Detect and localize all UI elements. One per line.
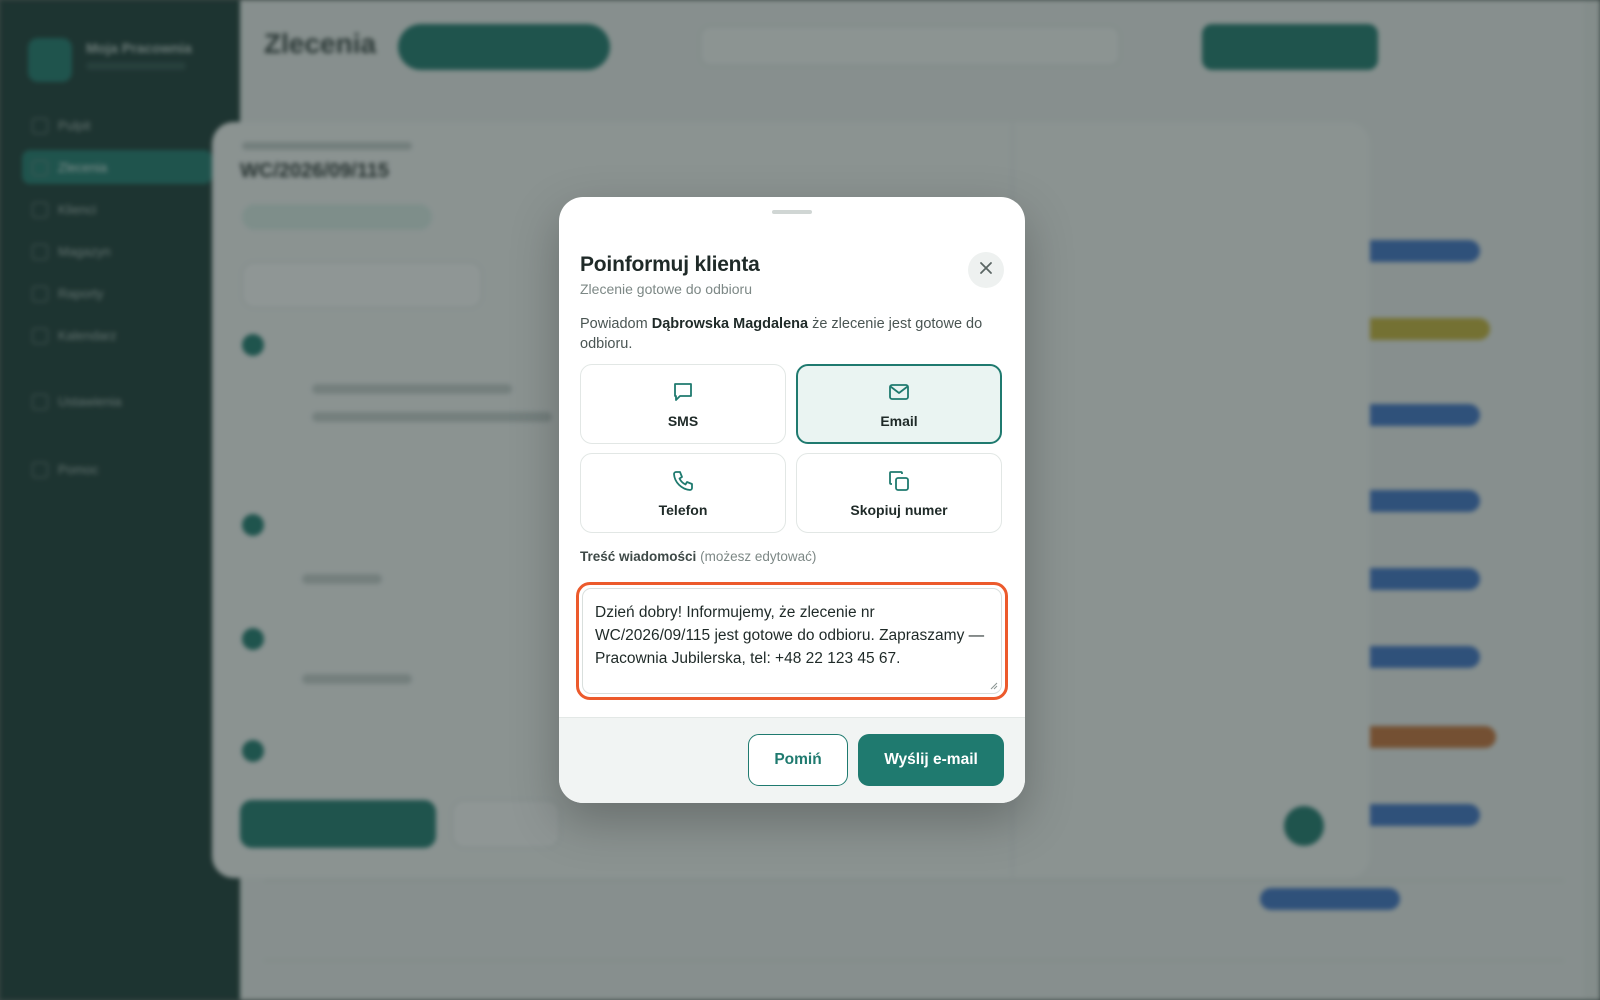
send-email-button[interactable]: Wyślij e-mail [858, 734, 1004, 786]
channel-sms[interactable]: SMS [580, 364, 786, 444]
message-focus-ring: Dzień dobry! Informujemy, że zlecenie nr… [576, 582, 1008, 700]
close-button[interactable] [968, 252, 1004, 288]
chat-bubble-icon [670, 379, 696, 405]
customer-name: Dąbrowska Magdalena [651, 316, 809, 332]
channel-phone-label: Telefon [658, 502, 708, 518]
message-label-hint: (możesz edytować) [700, 549, 817, 564]
resize-handle-icon[interactable] [989, 681, 998, 690]
drag-handle[interactable] [772, 210, 812, 214]
channel-email[interactable]: Email [796, 364, 1002, 444]
dialog-subtitle: Zlecenie gotowe do odbioru [580, 281, 753, 297]
dialog-title: Poinformuj klienta [580, 253, 760, 276]
message-textarea[interactable]: Dzień dobry! Informujemy, że zlecenie nr… [582, 588, 1002, 694]
notify-client-dialog: Poinformuj klienta Zlecenie gotowe do od… [559, 197, 1025, 803]
channel-email-label: Email [880, 413, 918, 429]
description-prefix: Powiadom [580, 316, 648, 332]
phone-icon [670, 468, 696, 494]
dialog-footer: Pomiń Wyślij e-mail [559, 717, 1025, 803]
channel-phone[interactable]: Telefon [580, 453, 786, 533]
channel-sms-label: SMS [667, 413, 699, 429]
dialog-description: Powiadom Dąbrowska Magdalena że zlecenie… [580, 314, 1004, 354]
close-icon [979, 261, 993, 280]
channel-copy-number[interactable]: Skopiuj numer [796, 453, 1002, 533]
message-label-title: Treść wiadomości [580, 549, 697, 564]
channel-copy-number-label: Skopiuj numer [850, 502, 948, 518]
mail-icon [886, 379, 912, 405]
message-label: Treść wiadomości (możesz edytować) [580, 549, 816, 564]
copy-icon [886, 468, 912, 494]
skip-button[interactable]: Pomiń [748, 734, 848, 786]
